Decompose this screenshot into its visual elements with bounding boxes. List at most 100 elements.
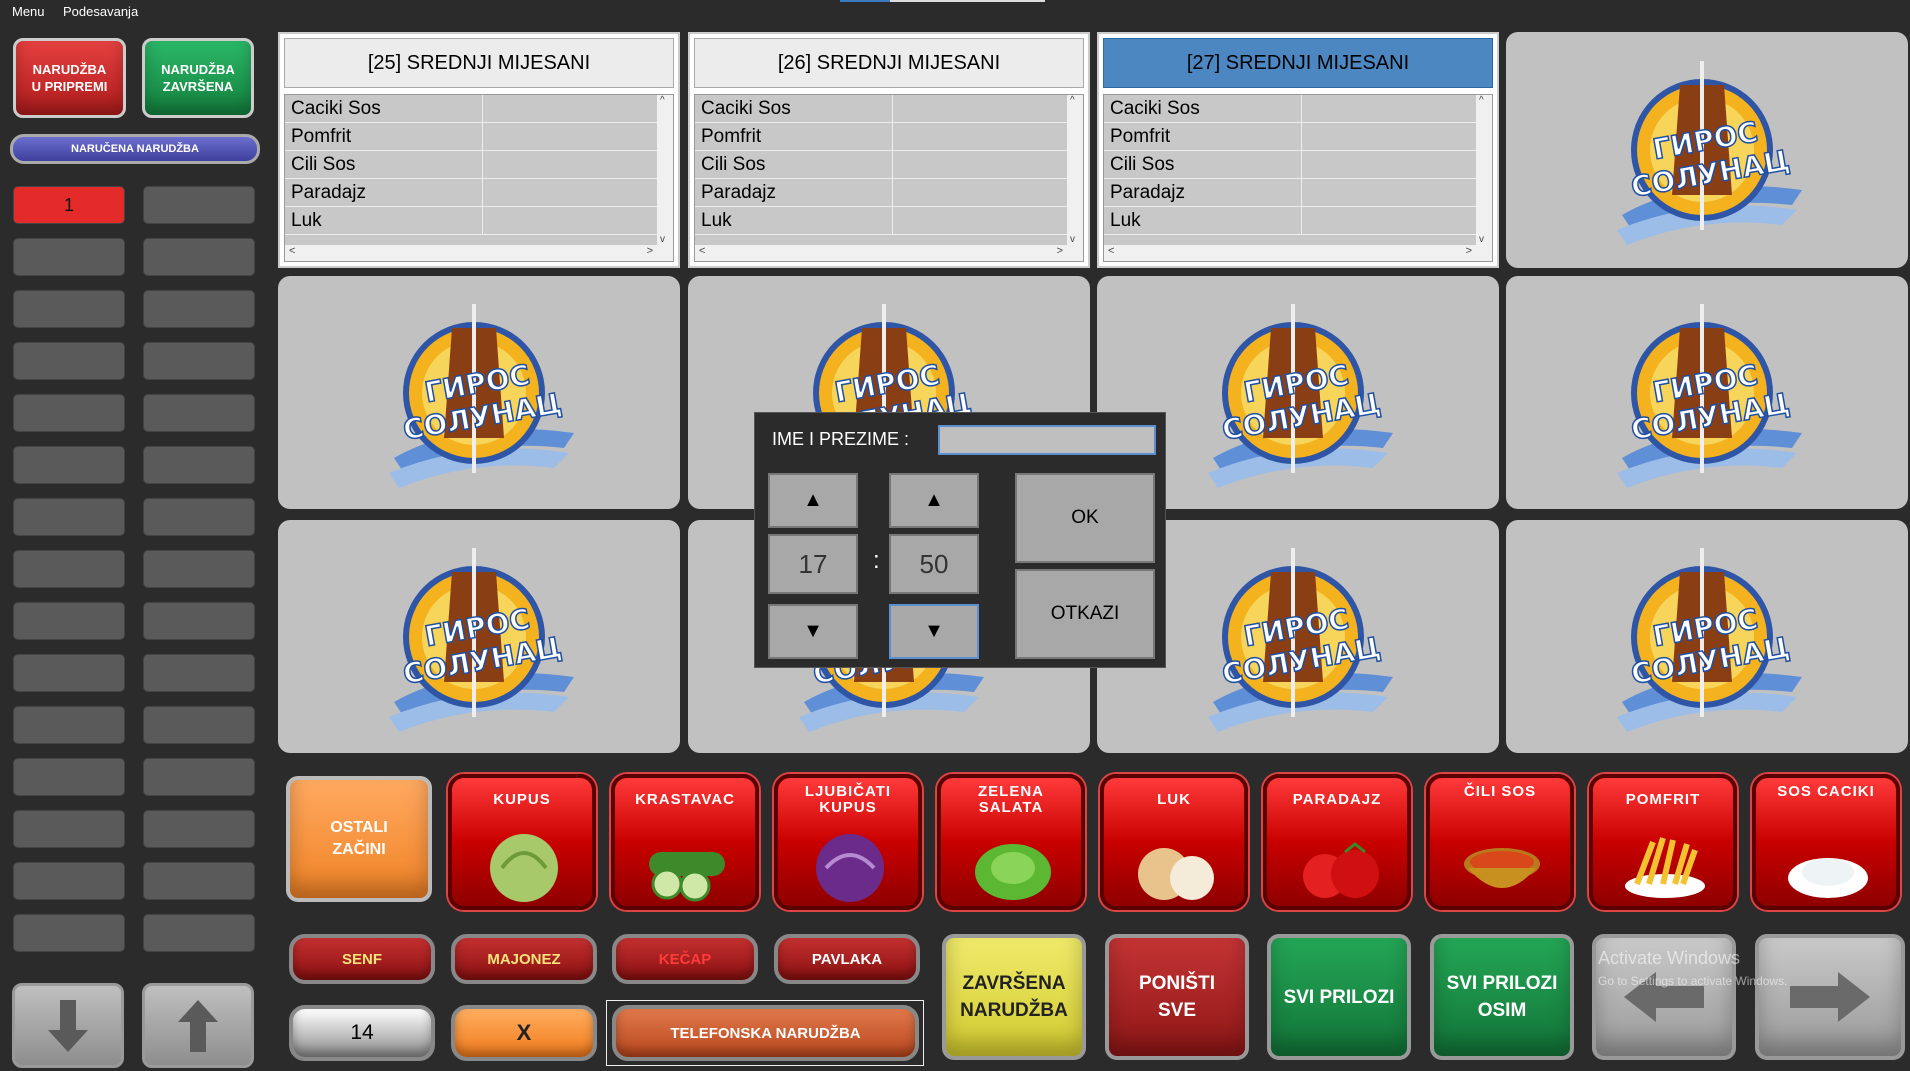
ingredient-image: [1303, 842, 1379, 898]
product-tile[interactable]: ГИРОССОЛУНАЦ: [1506, 520, 1908, 753]
list-item: Pomfrit: [285, 123, 673, 151]
order-slot[interactable]: [143, 654, 255, 692]
list-item: Caciki Sos: [1104, 95, 1492, 123]
ingredient-button[interactable]: ČILI SOS: [1426, 774, 1574, 910]
order-slot[interactable]: [13, 810, 125, 848]
all-sides-button[interactable]: SVI PRILOZI: [1267, 934, 1411, 1060]
menu-item-menu[interactable]: Menu: [12, 4, 45, 19]
minute-down-button[interactable]: ▼: [889, 604, 979, 659]
order-slot[interactable]: [143, 862, 255, 900]
ingredient-button[interactable]: KUPUS: [448, 774, 596, 910]
ketchup-button[interactable]: KEČAP: [612, 934, 758, 984]
scroll-down-button[interactable]: [12, 983, 124, 1068]
clear-button[interactable]: X: [451, 1005, 597, 1061]
vertical-scrollbar[interactable]: ^ v: [1067, 95, 1083, 245]
order-slot[interactable]: [143, 446, 255, 484]
horizontal-scrollbar[interactable]: < >: [695, 245, 1083, 261]
horizontal-scrollbar[interactable]: < >: [285, 245, 673, 261]
ingredient-button[interactable]: LUK: [1100, 774, 1248, 910]
order-slot[interactable]: [143, 498, 255, 536]
order-slot[interactable]: [13, 342, 125, 380]
menu-bar: Menu Podesavanja: [0, 0, 1910, 24]
order-done-button[interactable]: NARUDŽBA ZAVRŠENA: [142, 38, 254, 118]
name-input[interactable]: [938, 425, 1156, 455]
order-slot[interactable]: [143, 810, 255, 848]
order-slot[interactable]: [13, 446, 125, 484]
order-slot[interactable]: [13, 758, 125, 796]
order-slot[interactable]: [143, 550, 255, 588]
minute-up-button[interactable]: ▲: [889, 473, 979, 528]
list-item: Pomfrit: [695, 123, 1083, 151]
order-slot[interactable]: [143, 602, 255, 640]
order-slot[interactable]: [143, 914, 255, 952]
order-items-list[interactable]: Caciki Sos Pomfrit Cili Sos Paradajz Luk ^ v < >: [694, 94, 1084, 262]
order-slot[interactable]: [143, 290, 255, 328]
product-tile[interactable]: ГИРОССОЛУНАЦ: [1506, 32, 1908, 268]
sour-cream-button[interactable]: PAVLAKA: [774, 934, 920, 984]
order-slot[interactable]: [13, 238, 125, 276]
hour-value[interactable]: 17: [768, 534, 858, 594]
order-slot[interactable]: [13, 914, 125, 952]
product-tile[interactable]: ГИРОССОЛУНАЦ: [1506, 276, 1908, 509]
order-slot[interactable]: [143, 758, 255, 796]
item-name: Luk: [695, 207, 893, 234]
other-spices-button[interactable]: OSTALI ZAČINI: [286, 776, 432, 902]
ingredient-button[interactable]: KRASTAVAC: [611, 774, 759, 910]
all-sides-except-button[interactable]: SVI PRILOZI OSIM: [1430, 934, 1574, 1060]
ingredient-label: KRASTAVAC: [635, 791, 735, 808]
order-items-list[interactable]: Caciki Sos Pomfrit Cili Sos Paradajz Luk ^ v < >: [1103, 94, 1493, 262]
quantity-field[interactable]: 14: [289, 1005, 435, 1061]
order-done-action-button[interactable]: ZAVRŠENA NARUDŽBA: [942, 934, 1086, 1060]
order-slot[interactable]: [143, 394, 255, 432]
reset-all-button[interactable]: PONIŠTI SVE: [1105, 934, 1249, 1060]
order-card[interactable]: [27] SREDNJI MIJESANI Caciki Sos Pomfrit Ci…: [1097, 32, 1499, 268]
ingredient-button[interactable]: LJUBIČATI KUPUS: [774, 774, 922, 910]
product-tile[interactable]: ГИРОССОЛУНАЦ: [278, 276, 680, 509]
order-slot[interactable]: [13, 706, 125, 744]
order-slot[interactable]: [143, 186, 255, 224]
item-name: Luk: [1104, 207, 1302, 234]
name-label: IME I PREZIME :: [772, 429, 910, 449]
ok-button[interactable]: OK: [1015, 473, 1155, 563]
menu-item-settings[interactable]: Podesavanja: [63, 4, 138, 19]
order-slot[interactable]: [13, 498, 125, 536]
vertical-scrollbar[interactable]: ^ v: [657, 95, 673, 245]
order-slot[interactable]: [143, 238, 255, 276]
order-slot[interactable]: [143, 706, 255, 744]
order-slot[interactable]: [13, 862, 125, 900]
mustard-button[interactable]: SENF: [289, 934, 435, 984]
ingredient-image: [1464, 848, 1540, 888]
horizontal-scrollbar[interactable]: < >: [1104, 245, 1492, 261]
ingredient-button[interactable]: SOS CACIKI: [1752, 774, 1900, 910]
order-slot[interactable]: [13, 550, 125, 588]
ingredient-button[interactable]: POMFRIT: [1589, 774, 1737, 910]
time-dialog: IME I PREZIME : ▲ 17 ▼ : ▲ 50 ▼ OK OTKAZ…: [754, 412, 1166, 668]
minute-value[interactable]: 50: [889, 534, 979, 594]
order-slot[interactable]: [13, 654, 125, 692]
ordered-order-button[interactable]: NARUČENA NARUDŽBA: [10, 134, 260, 164]
scroll-up-button[interactable]: [142, 983, 254, 1068]
order-in-prep-button[interactable]: NARUDŽBA U PRIPREMI: [13, 38, 126, 118]
order-slot[interactable]: [13, 394, 125, 432]
product-tile[interactable]: ГИРОССОЛУНАЦ: [278, 520, 680, 753]
list-item: Cili Sos: [285, 151, 673, 179]
ingredient-image: [649, 852, 725, 902]
vertical-scrollbar[interactable]: ^ v: [1476, 95, 1492, 245]
cancel-button[interactable]: OTKAZI: [1015, 569, 1155, 659]
hour-up-button[interactable]: ▲: [768, 473, 858, 528]
order-slot[interactable]: [143, 342, 255, 380]
order-slot[interactable]: 1: [13, 186, 125, 224]
chevron-up-icon: ^: [1070, 95, 1075, 106]
phone-order-button[interactable]: TELEFONSKA NARUDŽBA: [612, 1005, 919, 1061]
mayonnaise-button[interactable]: MAJONEZ: [451, 934, 597, 984]
next-page-button[interactable]: [1755, 934, 1905, 1060]
order-items-list[interactable]: Caciki Sos Pomfrit Cili Sos Paradajz Luk ^ v < >: [284, 94, 674, 262]
order-slot[interactable]: [13, 602, 125, 640]
chevron-left-icon: <: [289, 245, 296, 257]
hour-down-button[interactable]: ▼: [768, 604, 858, 659]
ingredient-button[interactable]: PARADAJZ: [1263, 774, 1411, 910]
order-card[interactable]: [26] SREDNJI MIJESANI Caciki Sos Pomfrit Ci…: [688, 32, 1090, 268]
order-slot[interactable]: [13, 290, 125, 328]
order-card[interactable]: [25] SREDNJI MIJESANI Caciki Sos Pomfrit Ci…: [278, 32, 680, 268]
ingredient-button[interactable]: ZELENA SALATA: [937, 774, 1085, 910]
